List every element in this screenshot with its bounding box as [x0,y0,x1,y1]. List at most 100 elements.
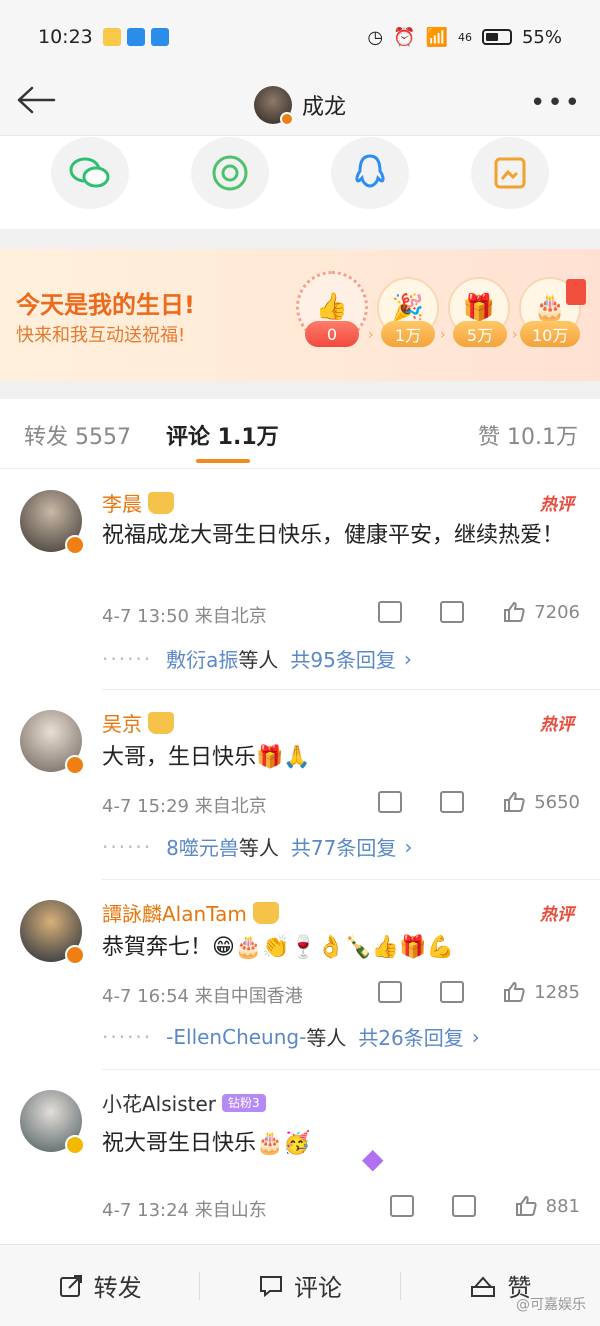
section-gap [0,381,600,399]
crown-badge-icon [252,901,279,924]
reply-count[interactable]: 共77条回复 [291,832,396,861]
author-name: 譚詠麟AlanTam [102,902,247,926]
cake-like-icon [471,1275,496,1297]
section-gap [0,229,600,249]
birthday-banner[interactable]: 今天是我的生日! 快来和我互动送祝福! 👍 0 › 🎉 1万 › 🎁 5万 › … [0,249,600,381]
wechat-icon [69,157,110,188]
status-bar: 10:23 ◷ ⏰ 📶 46 55% [0,0,600,74]
app-icon [150,28,169,46]
tab-comments[interactable]: 评论 1.1万 [166,419,279,451]
avatar[interactable] [253,85,294,126]
thumbs-up-icon [515,1195,537,1216]
comment-author[interactable]: 小花Alsister 钻粉3 [102,1088,266,1117]
reply-author[interactable]: 8噬元兽 [166,832,239,861]
like-button[interactable]: 7206 [502,600,580,624]
status-right: ◷ ⏰ 📶 46 55% [367,27,562,48]
avatar[interactable] [20,490,85,555]
share-icon[interactable] [378,981,403,1003]
comment-text: 大哥，生日快乐🎁🙏 [102,745,311,770]
moments-share-button[interactable] [191,137,269,209]
reply-suffix: 等人 [306,1026,347,1050]
qq-share-button[interactable] [331,137,409,209]
comment-actions: 7206 [378,600,580,624]
save-image-button[interactable] [471,137,549,209]
thumbs-up-icon [504,981,525,1002]
comment-text: 祝大哥生日快乐🎂🥳 [102,1131,311,1156]
avatar[interactable] [20,1090,85,1155]
tier-pill: 0 [305,321,359,347]
tab-likes[interactable]: 赞 10.1万 [478,419,578,451]
hot-comment-badge: 热评 [540,715,574,735]
watermark: @可嘉娱乐 [516,1297,586,1313]
comment-author[interactable]: 吴京 [102,708,174,737]
moments-icon [212,155,248,191]
reply-author[interactable]: 敷衍a振 [166,644,238,673]
comment-meta: 4-7 16:54 来自中国香港 [102,986,303,1007]
share-icon[interactable] [389,1195,414,1217]
comment-icon[interactable] [440,791,465,813]
verified-icon [279,111,294,126]
notification-icons [102,28,169,46]
chevron-right-icon: › [368,327,374,343]
comment-text: 祝福成龙大哥生日快乐，健康平安，继续热爱！ [102,523,565,548]
birthday-subtitle: 快来和我互动送祝福! [16,325,186,346]
battery-level: 55% [521,26,562,48]
comment-author[interactable]: 譚詠麟AlanTam [102,898,279,927]
repost-label: 转发 [93,1274,142,1302]
like-count: 1285 [534,981,580,1003]
comment-item: 譚詠麟AlanTam 热评 恭賀奔七！😁🎂👏🍷👌🍾👍🎁💪 4-7 16:54 来… [0,880,600,1070]
comment-icon[interactable] [440,981,465,1003]
avatar[interactable] [20,710,85,775]
wifi-icon: 📶 [425,26,448,48]
tier-pill: 5万 [453,321,507,347]
crown-badge-icon [148,491,174,514]
chevron-right-icon: › [403,646,412,671]
comment-meta: 4-7 13:50 来自北京 [102,606,267,627]
diamond-sticker-icon: ◆ [362,1142,384,1175]
comment-actions: 5650 [378,790,580,814]
like-button[interactable]: 881 [514,1194,580,1218]
hot-comment-badge: 热评 [540,905,574,925]
verified-icon [65,755,85,775]
verified-icon [65,945,85,965]
bee-icon [102,28,121,46]
like-button[interactable]: 1285 [502,980,580,1004]
nav-profile[interactable]: 成龙 [253,85,346,126]
reply-dots: ······ [102,834,153,859]
repost-button[interactable]: 转发 [0,1268,199,1303]
tab-repost[interactable]: 转发 5557 [24,419,131,451]
like-button[interactable]: 5650 [502,790,580,814]
author-name: 李晨 [102,492,142,516]
page-title: 成龙 [301,94,346,120]
fan-level-badge: 钻粉3 [222,1093,266,1112]
red-packet-icon[interactable] [566,279,586,305]
comment-author[interactable]: 李晨 [102,488,174,517]
chevron-right-icon: › [512,327,518,343]
comment-icon[interactable] [451,1195,476,1217]
comment-button[interactable]: 评论 [200,1268,399,1303]
reply-author[interactable]: -EllenCheung- [166,1025,306,1049]
like-count: 881 [545,1195,580,1217]
chevron-right-icon: › [440,327,446,343]
wechat-share-button[interactable] [51,137,129,209]
chevron-right-icon: › [404,834,413,859]
share-icon[interactable] [378,601,403,623]
comment-item: 小花Alsister 钻粉3 祝大哥生日快乐🎂🥳 ◆ 4-7 13:24 来自山东… [0,1070,600,1244]
comment-text: 恭賀奔七！😁🎂👏🍷👌🍾👍🎁💪 [102,935,455,960]
reply-suffix: 等人 [238,648,279,672]
chevron-right-icon: › [471,1024,480,1049]
reply-count[interactable]: 共26条回复 [358,1022,463,1051]
avatar[interactable] [20,900,85,965]
share-icon[interactable] [378,791,403,813]
comment-meta: 4-7 13:24 来自山东 [102,1200,267,1221]
comment-meta: 4-7 15:29 来自北京 [102,796,267,817]
comment-item: 吴京 热评 大哥，生日快乐🎁🙏 4-7 15:29 来自北京 5650 ····… [0,690,600,880]
comment-icon [259,1275,282,1297]
save-image-icon [494,157,526,189]
back-arrow-icon[interactable] [16,82,60,126]
more-options-icon[interactable]: ••• [530,88,582,118]
reply-count[interactable]: 共95条回复 [290,644,395,673]
like-count: 7206 [534,601,580,623]
comment-icon[interactable] [440,601,465,623]
comment-actions: 1285 [378,980,580,1004]
